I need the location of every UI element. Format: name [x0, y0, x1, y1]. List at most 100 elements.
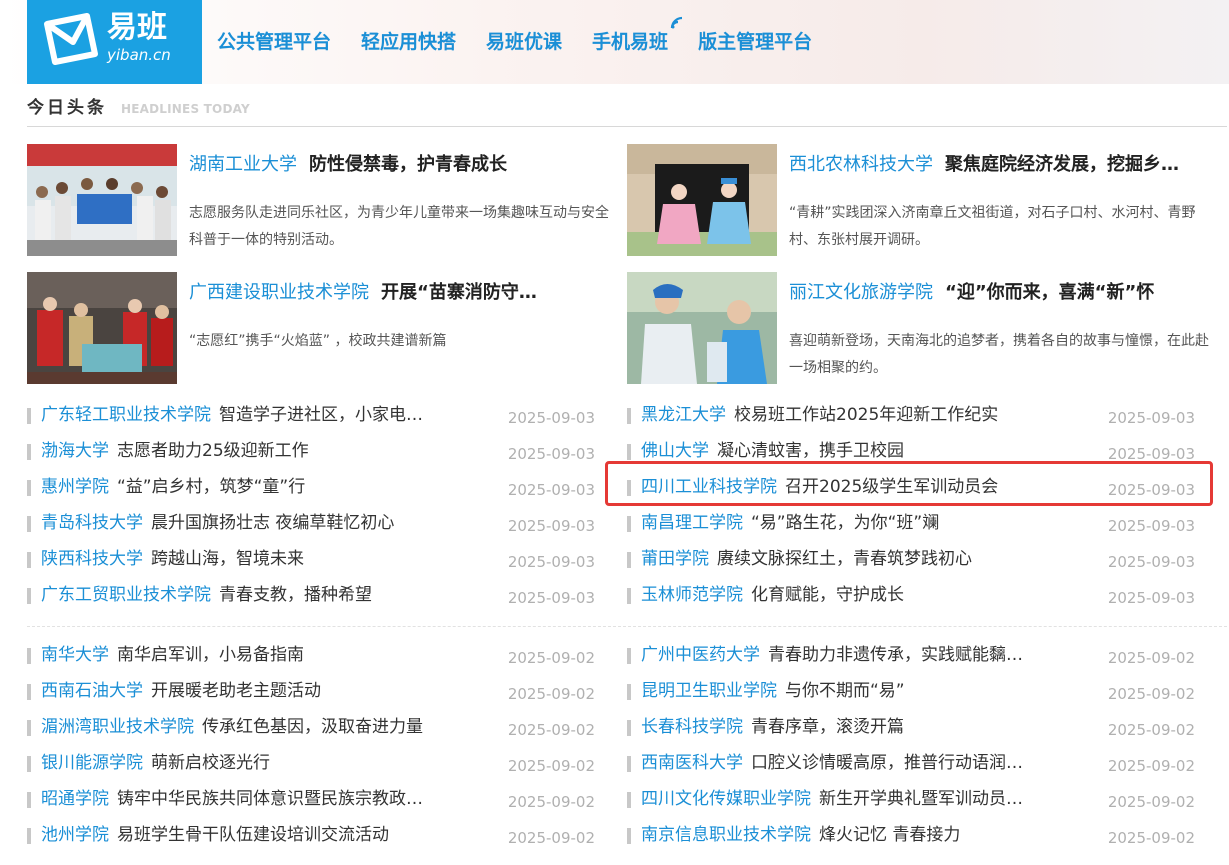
news-school-link[interactable]: 银川能源学院 — [41, 753, 143, 773]
news-list-item[interactable]: 南昌理工学院 “易”路生花，为你“班”斓 2025-09-03 — [627, 508, 1195, 544]
news-list-item[interactable]: 广州中医药大学 青春助力非遗传承，实践赋能黐… 2025-09-02 — [627, 640, 1195, 676]
news-list-item[interactable]: 西南石油大学 开展暖老助老主题活动 2025-09-02 — [27, 676, 595, 712]
news-school-link[interactable]: 南华大学 — [41, 645, 109, 665]
featured-description: “青耕”实践团深入济南章丘文祖街道，对石子口村、水河村、青野村、东张村展开调研。 — [789, 205, 1196, 248]
nav-mobile-yiban[interactable]: 手机易班 — [592, 16, 683, 58]
news-school-link[interactable]: 西南石油大学 — [41, 681, 143, 701]
featured-headline-link[interactable]: 开展“苗寨消防守… — [381, 282, 537, 303]
news-school-link[interactable]: 长春科技学院 — [641, 717, 743, 737]
news-headline-link[interactable]: 跨越山海，智境未来 — [151, 549, 304, 569]
news-headline-link[interactable]: 校易班工作站2025年迎新工作纪实 — [734, 405, 998, 425]
list-bullet-bar — [27, 828, 31, 844]
news-headline-link[interactable]: “益”启乡村，筑梦“童”行 — [117, 477, 305, 497]
news-school-link[interactable]: 西南医科大学 — [641, 753, 743, 773]
featured-photo[interactable] — [27, 144, 177, 256]
news-list-item[interactable]: 玉林师范学院 化育赋能，守护成长 2025-09-03 — [627, 580, 1195, 616]
featured-item[interactable]: 广西建设职业技术学院 开展“苗寨消防守… “志愿红”携手“火焰蓝” ，校政共建谱新… — [27, 272, 627, 384]
news-headline-link[interactable]: 新生开学典礼暨军训动员… — [819, 789, 1023, 809]
featured-item[interactable]: 湖南工业大学 防性侵禁毒，护青春成长 志愿服务队走进同乐社区，为青少年儿童带来一场… — [27, 144, 627, 256]
news-list-item[interactable]: 南华大学 南华启军训，小易备指南 2025-09-02 — [27, 640, 595, 676]
news-school-link[interactable]: 陕西科技大学 — [41, 549, 143, 569]
featured-description: “志愿红”携手“火焰蓝” ，校政共建谱新篇 — [189, 333, 447, 349]
news-school-link[interactable]: 广州中医药大学 — [641, 645, 760, 665]
news-date: 2025-09-02 — [1107, 793, 1195, 811]
news-school-link[interactable]: 昭通学院 — [41, 789, 109, 809]
news-list-item[interactable]: 广东工贸职业技术学院 青春支教，播种希望 2025-09-03 — [27, 580, 595, 616]
news-item-text: 四川文化传媒职业学院 新生开学典礼暨军训动员… — [641, 784, 1081, 814]
news-list-item[interactable]: 昆明卫生职业学院 与你不期而“易” 2025-09-02 — [627, 676, 1195, 712]
news-date: 2025-09-03 — [507, 481, 595, 499]
news-headline-link[interactable]: 青春支教，播种希望 — [219, 585, 372, 605]
news-list-item[interactable]: 南京信息职业技术学院 烽火记忆 青春接力 2025-09-02 — [627, 820, 1195, 856]
news-headline-link[interactable]: 与你不期而“易” — [785, 681, 905, 701]
news-item-text: 南昌理工学院 “易”路生花，为你“班”斓 — [641, 508, 1081, 538]
news-headline-link[interactable]: 烽火记忆 青春接力 — [819, 825, 960, 845]
news-school-link[interactable]: 玉林师范学院 — [641, 585, 743, 605]
news-list-item[interactable]: 昭通学院 铸牢中华民族共同体意识暨民族宗教政… 2025-09-02 — [27, 784, 595, 820]
nav-public-management[interactable]: 公共管理平台 — [217, 26, 331, 58]
news-list-item[interactable]: 莆田学院 赓续文脉探红土，青春筑梦践初心 2025-09-03 — [627, 544, 1195, 580]
featured-photo[interactable] — [627, 144, 777, 256]
news-headline-link[interactable]: 南华启军训，小易备指南 — [117, 645, 304, 665]
featured-school-link[interactable]: 广西建设职业技术学院 — [189, 282, 369, 303]
news-headline-link[interactable]: 青春助力非遗传承，实践赋能黐… — [768, 645, 1023, 665]
featured-school-link[interactable]: 湖南工业大学 — [189, 154, 297, 175]
news-list-item[interactable]: 四川文化传媒职业学院 新生开学典礼暨军训动员… 2025-09-02 — [627, 784, 1195, 820]
featured-headline-link[interactable]: “迎”你而来，喜满“新”怀 — [945, 282, 1154, 303]
news-list-item[interactable]: 池州学院 易班学生骨干队伍建设培训交流活动 2025-09-02 — [27, 820, 595, 856]
yiban-logo[interactable]: 易班 yiban.cn — [27, 0, 202, 84]
news-school-link[interactable]: 莆田学院 — [641, 549, 709, 569]
news-list-item[interactable]: 黑龙江大学 校易班工作站2025年迎新工作纪实 2025-09-03 — [627, 400, 1195, 436]
news-list-item[interactable]: 渤海大学 志愿者助力25级迎新工作 2025-09-03 — [27, 436, 595, 472]
news-school-link[interactable]: 渤海大学 — [41, 441, 109, 461]
news-school-link[interactable]: 佛山大学 — [641, 441, 709, 461]
news-school-link[interactable]: 惠州学院 — [41, 477, 109, 497]
news-list-item[interactable]: 惠州学院 “益”启乡村，筑梦“童”行 2025-09-03 — [27, 472, 595, 508]
news-list-item[interactable]: 银川能源学院 萌新启校逐光行 2025-09-02 — [27, 748, 595, 784]
news-list-item[interactable]: 青岛科技大学 晨升国旗扬壮志 夜编草鞋忆初心 2025-09-03 — [27, 508, 595, 544]
featured-item[interactable]: 丽江文化旅游学院 “迎”你而来，喜满“新”怀 喜迎萌新登场，天南海北的追梦者，携着… — [627, 272, 1227, 384]
news-school-link[interactable]: 南京信息职业技术学院 — [641, 825, 811, 845]
news-school-link[interactable]: 广东轻工职业技术学院 — [41, 405, 211, 425]
news-headline-link[interactable]: 青春序章，滚烫开篇 — [751, 717, 904, 737]
news-school-link[interactable]: 四川文化传媒职业学院 — [641, 789, 811, 809]
news-school-link[interactable]: 黑龙江大学 — [641, 405, 726, 425]
news-headline-link[interactable]: 智造学子进社区，小家电… — [219, 405, 423, 425]
news-list-item[interactable]: 陕西科技大学 跨越山海，智境未来 2025-09-03 — [27, 544, 595, 580]
news-school-link[interactable]: 南昌理工学院 — [641, 513, 743, 533]
featured-photo[interactable] — [27, 272, 177, 384]
news-school-link[interactable]: 昆明卫生职业学院 — [641, 681, 777, 701]
headlines-section-title: 今日头条 HEADLINES TODAY — [27, 94, 1227, 127]
news-list-item[interactable]: 西南医科大学 口腔义诊情暖高原，推普行动语润… 2025-09-02 — [627, 748, 1195, 784]
news-headline-link[interactable]: “易”路生花，为你“班”斓 — [751, 513, 939, 533]
news-headline-link[interactable]: 晨升国旗扬壮志 夜编草鞋忆初心 — [151, 513, 394, 533]
news-date: 2025-09-02 — [507, 721, 595, 739]
news-headline-link[interactable]: 赓续文脉探红土，青春筑梦践初心 — [717, 549, 972, 569]
news-school-link[interactable]: 广东工贸职业技术学院 — [41, 585, 211, 605]
news-headline-link[interactable]: 开展暖老助老主题活动 — [151, 681, 321, 701]
featured-headline-link[interactable]: 聚焦庭院经济发展，挖掘乡… — [945, 154, 1179, 175]
news-list-item[interactable]: 长春科技学院 青春序章，滚烫开篇 2025-09-02 — [627, 712, 1195, 748]
news-school-link[interactable]: 池州学院 — [41, 825, 109, 845]
featured-photo[interactable] — [627, 272, 777, 384]
nav-yiban-course[interactable]: 易班优课 — [486, 26, 562, 58]
news-headline-link[interactable]: 化育赋能，守护成长 — [751, 585, 904, 605]
news-list-item[interactable]: 广东轻工职业技术学院 智造学子进社区，小家电… 2025-09-03 — [27, 400, 595, 436]
news-headline-link[interactable]: 萌新启校逐光行 — [151, 753, 270, 773]
featured-school-link[interactable]: 西北农林科技大学 — [789, 154, 933, 175]
nav-moderator-platform[interactable]: 版主管理平台 — [698, 26, 812, 58]
news-headline-link[interactable]: 口腔义诊情暖高原，推普行动语润… — [751, 753, 1023, 773]
news-headline-link[interactable]: 易班学生骨干队伍建设培训交流活动 — [117, 825, 389, 845]
featured-school-link[interactable]: 丽江文化旅游学院 — [789, 282, 933, 303]
news-list-item[interactable]: 湄洲湾职业技术学院 传承红色基因，汲取奋进力量 2025-09-02 — [27, 712, 595, 748]
news-headline-link[interactable]: 志愿者助力25级迎新工作 — [117, 441, 309, 461]
news-headline-link[interactable]: 铸牢中华民族共同体意识暨民族宗教政… — [117, 789, 423, 809]
nav-light-app[interactable]: 轻应用快搭 — [361, 26, 456, 58]
news-headline-link[interactable]: 凝心清蚊害，携手卫校园 — [717, 441, 904, 461]
highlight-box — [605, 461, 1213, 506]
featured-item[interactable]: 西北农林科技大学 聚焦庭院经济发展，挖掘乡… “青耕”实践团深入济南章丘文祖街道，… — [627, 144, 1227, 256]
featured-headline-link[interactable]: 防性侵禁毒，护青春成长 — [309, 154, 507, 175]
news-school-link[interactable]: 湄洲湾职业技术学院 — [41, 717, 194, 737]
news-headline-link[interactable]: 传承红色基因，汲取奋进力量 — [202, 717, 423, 737]
news-school-link[interactable]: 青岛科技大学 — [41, 513, 143, 533]
